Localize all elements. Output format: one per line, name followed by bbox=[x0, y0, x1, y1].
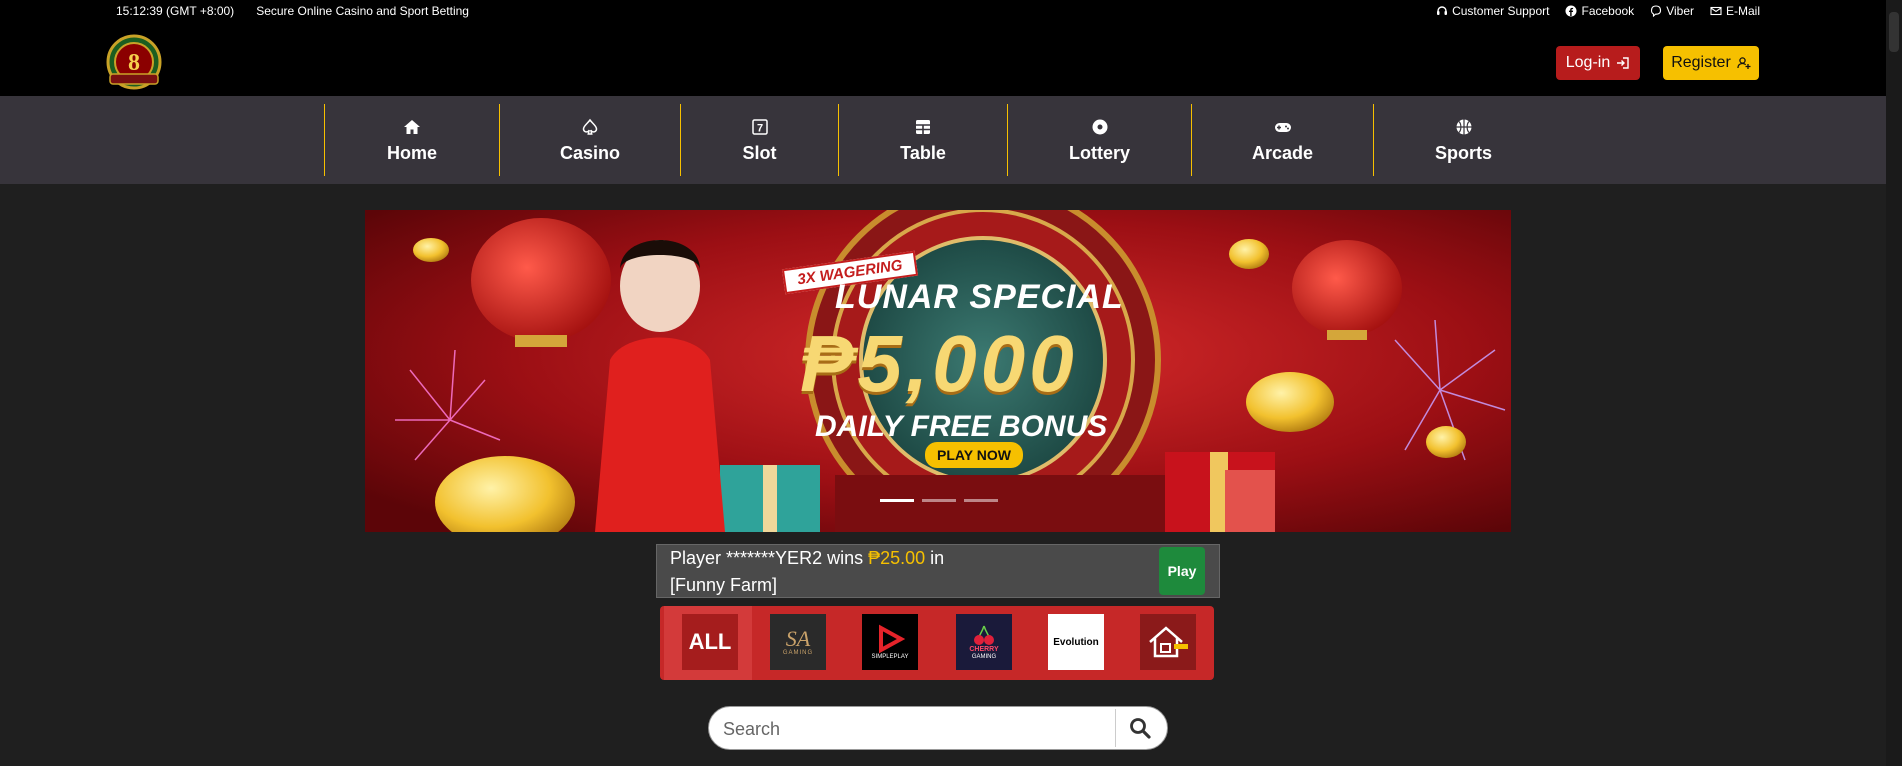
promo-banner[interactable]: 3X WAGERING LUNAR SPECIAL ₱5,000 DAILY F… bbox=[365, 210, 1511, 532]
basketball-icon bbox=[1456, 119, 1471, 134]
banner-subheadline: DAILY FREE BONUS bbox=[815, 410, 1108, 443]
register-button[interactable]: Register bbox=[1663, 46, 1759, 80]
provider-house[interactable] bbox=[1140, 614, 1196, 670]
search-icon bbox=[1130, 718, 1151, 739]
ticker-prefix: Player *******YER2 wins bbox=[670, 548, 869, 568]
nav-arcade[interactable]: Arcade bbox=[1191, 104, 1373, 176]
carousel-dot-1[interactable] bbox=[880, 499, 914, 502]
facebook-link[interactable]: Facebook bbox=[1565, 4, 1634, 18]
scrollbar-thumb[interactable] bbox=[1889, 12, 1899, 52]
login-icon bbox=[1617, 57, 1629, 69]
home-icon bbox=[404, 119, 420, 134]
search-input[interactable] bbox=[721, 715, 1105, 743]
login-label: Log-in bbox=[1565, 54, 1611, 71]
page-scrollbar[interactable] bbox=[1886, 0, 1902, 766]
slot-seven-icon: 7 bbox=[751, 118, 768, 135]
ticker-game: [Funny Farm] bbox=[670, 575, 778, 595]
add-user-icon bbox=[1737, 57, 1751, 69]
email-label: E-Mail bbox=[1725, 4, 1760, 18]
carousel-dot-3[interactable] bbox=[964, 499, 998, 502]
main-nav: Home Casino 7 Slot Table Lottery Arcade … bbox=[0, 96, 1902, 184]
banner-headline: LUNAR SPECIAL bbox=[835, 278, 1124, 316]
top-header: 15:12:39 (GMT +8:00) Secure Online Casin… bbox=[0, 0, 1902, 96]
site-logo[interactable]: 8 bbox=[104, 34, 164, 92]
cherry-logo-text: CHERRY bbox=[969, 646, 999, 653]
nav-slot-label: Slot bbox=[742, 142, 777, 163]
simpleplay-logo-text: SIMPLEPLAY bbox=[871, 654, 909, 660]
nav-sports[interactable]: Sports bbox=[1373, 104, 1553, 176]
carousel-dot-2[interactable] bbox=[922, 499, 956, 502]
nav-casino-label: Casino bbox=[559, 142, 620, 163]
win-ticker: Player *******YER2 wins ₱25.00 in [Funny… bbox=[656, 544, 1220, 598]
viber-link[interactable]: Viber bbox=[1650, 4, 1694, 18]
cherry-icon bbox=[974, 625, 994, 645]
customer-support-label: Customer Support bbox=[1452, 4, 1550, 18]
slot-seven-glyph: 7 bbox=[756, 122, 762, 134]
facebook-label: Facebook bbox=[1581, 4, 1635, 18]
gamepad-icon bbox=[1274, 122, 1291, 132]
provider-sa-gaming[interactable]: SA GAMING bbox=[770, 614, 826, 670]
provider-evolution[interactable]: Evolution bbox=[1048, 614, 1104, 670]
facebook-icon bbox=[1565, 5, 1577, 17]
register-label: Register bbox=[1671, 54, 1731, 71]
login-button[interactable]: Log-in bbox=[1556, 46, 1640, 80]
ticker-message: Player *******YER2 wins ₱25.00 in [Funny… bbox=[670, 545, 1150, 599]
house-icon bbox=[1149, 626, 1188, 658]
nav-sports-label: Sports bbox=[1434, 142, 1492, 163]
ticker-play-button[interactable]: Play bbox=[1159, 547, 1205, 595]
nav-home-label: Home bbox=[386, 142, 437, 163]
headset-icon bbox=[1437, 6, 1448, 15]
nav-arcade-label: Arcade bbox=[1251, 142, 1314, 163]
email-icon bbox=[1710, 6, 1722, 16]
viber-label: Viber bbox=[1666, 4, 1694, 18]
carousel-indicators bbox=[880, 499, 998, 502]
nav-table-label: Table bbox=[900, 142, 946, 163]
email-link[interactable]: E-Mail bbox=[1710, 4, 1760, 18]
sa-gaming-logo-text: SA bbox=[785, 626, 811, 651]
simpleplay-logo-icon bbox=[879, 624, 905, 654]
banner-copy: 3X WAGERING LUNAR SPECIAL ₱5,000 DAILY F… bbox=[365, 210, 1511, 532]
provider-all[interactable]: ALL bbox=[682, 614, 738, 670]
provider-filter: ALL SA GAMING SIMPLEPLAY CHERRY GAMING E… bbox=[660, 606, 1214, 680]
nav-table[interactable]: Table bbox=[838, 104, 1007, 176]
spade-icon bbox=[582, 118, 598, 135]
ticker-suffix: in bbox=[925, 548, 945, 568]
nav-slot[interactable]: 7 Slot bbox=[680, 104, 838, 176]
nav-lottery-label: Lottery bbox=[1068, 142, 1130, 163]
provider-cherry-gaming[interactable]: CHERRY GAMING bbox=[956, 614, 1012, 670]
viber-icon bbox=[1651, 5, 1662, 17]
customer-support-link[interactable]: Customer Support bbox=[1436, 4, 1549, 18]
banner-amount: ₱5,000 bbox=[800, 319, 1078, 408]
table-grid-icon bbox=[916, 119, 930, 134]
lottery-ball-icon bbox=[1092, 119, 1107, 134]
sa-gaming-sub-text: GAMING bbox=[782, 650, 814, 656]
evolution-logo-text: Evolution bbox=[1053, 636, 1099, 648]
tagline: Secure Online Casino and Sport Betting bbox=[256, 4, 469, 18]
ticker-amount: ₱25.00 bbox=[868, 548, 926, 568]
nav-home[interactable]: Home bbox=[324, 104, 499, 176]
top-info: 15:12:39 (GMT +8:00) Secure Online Casin… bbox=[116, 4, 469, 18]
nav-lottery[interactable]: Lottery bbox=[1007, 104, 1191, 176]
game-search bbox=[708, 706, 1168, 750]
search-button[interactable] bbox=[1115, 709, 1164, 747]
banner-play-now-button[interactable]: PLAY NOW bbox=[925, 442, 1023, 468]
nav-casino[interactable]: Casino bbox=[499, 104, 680, 176]
clock: 15:12:39 (GMT +8:00) bbox=[116, 4, 235, 18]
cherry-sub-text: GAMING bbox=[971, 654, 997, 660]
provider-simpleplay[interactable]: SIMPLEPLAY bbox=[862, 614, 918, 670]
top-links: Customer Support Facebook Viber E-Mail bbox=[1436, 4, 1760, 18]
logo-numeral: 8 bbox=[128, 50, 140, 76]
